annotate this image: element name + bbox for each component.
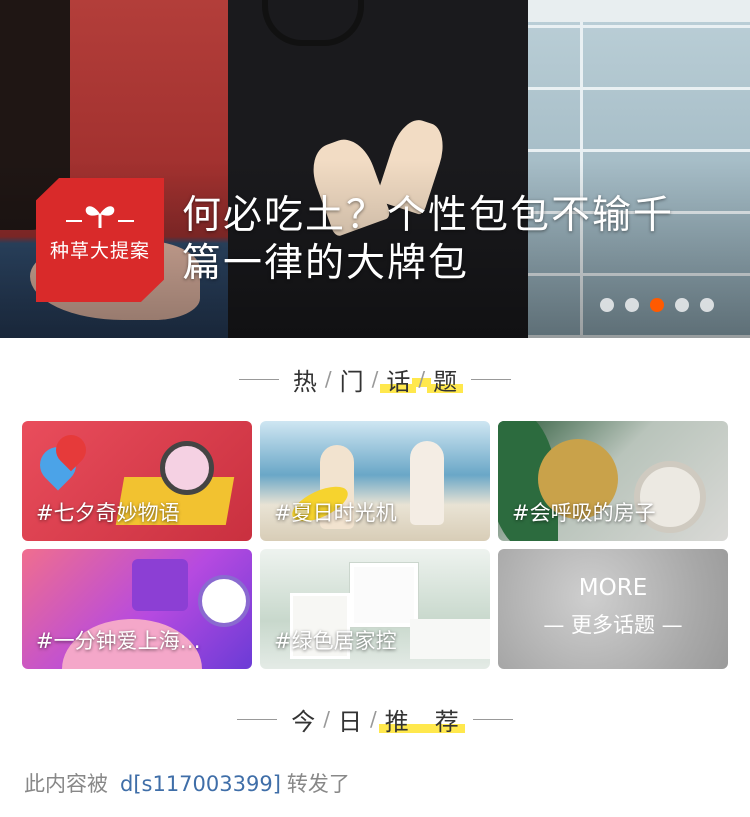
heading-slash: / [324, 367, 332, 391]
more-topics-button[interactable]: MORE — 更多话题 — [498, 549, 728, 669]
heading-slash: / [371, 367, 379, 391]
hero-banner[interactable]: 种草大提案 何必吃土？个性包包不输千篇一律的大牌包 [0, 0, 750, 338]
carousel-dot-5[interactable] [700, 298, 714, 312]
topic-tile-breathing-house[interactable]: #会呼吸的房子 [498, 421, 728, 541]
topic-label: #七夕奇妙物语 [36, 501, 180, 525]
topic-tile-qixi[interactable]: #七夕奇妙物语 [22, 421, 252, 541]
today-recommend-heading: 今 / 日 / 推 荐 [0, 699, 750, 739]
heading-char-highlighted: 推 [378, 702, 415, 737]
carousel-dot-4[interactable] [675, 298, 689, 312]
topic-label: #绿色居家控 [274, 629, 397, 653]
badge-label: 种草大提案 [36, 178, 164, 302]
bed-illustration [410, 619, 490, 659]
banner-title[interactable]: 何必吃土？个性包包不输千篇一律的大牌包 [182, 192, 702, 288]
clock-icon [198, 575, 250, 627]
repost-prefix: 此内容被 [24, 772, 108, 796]
heading-char-highlighted: 荐 [410, 702, 465, 737]
heading-char-highlighted: 话 [380, 362, 417, 397]
heading-slash: / [370, 707, 377, 731]
repost-notice: 此内容被 d[s117003399] 转发了 [24, 768, 350, 798]
topic-label: #一分钟爱上海… [36, 629, 201, 653]
repost-user-link[interactable]: d[s117003399] [120, 772, 281, 796]
carousel-dot-2[interactable] [625, 298, 639, 312]
heading-char: 门 [339, 367, 364, 396]
topic-label: #夏日时光机 [274, 501, 397, 525]
topic-grid: #七夕奇妙物语 #夏日时光机 #会呼吸的房子 #一分钟爱上海… #绿色居家控 M… [22, 421, 728, 669]
heading-char: 今 [291, 707, 316, 736]
carousel-dot-3-active[interactable] [650, 298, 664, 312]
heading-char: 热 [292, 367, 317, 396]
heading-line-right [472, 718, 513, 720]
heading-line-left [237, 718, 278, 720]
topic-tile-shanghai[interactable]: #一分钟爱上海… [22, 549, 252, 669]
shopping-bag-illustration [132, 559, 188, 611]
hot-topics-heading: 热 / 门 / 话 / 题 [0, 359, 750, 399]
heading-line-left [238, 378, 279, 380]
sprout-icon [66, 206, 134, 228]
heading-char-highlighted: 题 [427, 362, 464, 397]
more-title: MORE [578, 575, 648, 601]
person-illustration [410, 441, 444, 525]
carousel-dot-1[interactable] [600, 298, 614, 312]
topic-tile-summer[interactable]: #夏日时光机 [260, 421, 490, 541]
heading-slash: / [323, 707, 330, 731]
heading-line-right [471, 378, 512, 380]
topic-tile-green-home[interactable]: #绿色居家控 [260, 549, 490, 669]
watch-illustration [160, 441, 214, 495]
heading-char: 日 [338, 707, 362, 736]
repost-suffix: 转发了 [286, 772, 350, 796]
painting-illustration [350, 563, 418, 627]
heading-slash-highlighted: / [412, 367, 431, 391]
more-subtitle: — 更多话题 — [543, 613, 683, 637]
topic-label: #会呼吸的房子 [512, 501, 656, 525]
badge-text: 种草大提案 [49, 240, 150, 262]
carousel-dots [600, 298, 714, 312]
